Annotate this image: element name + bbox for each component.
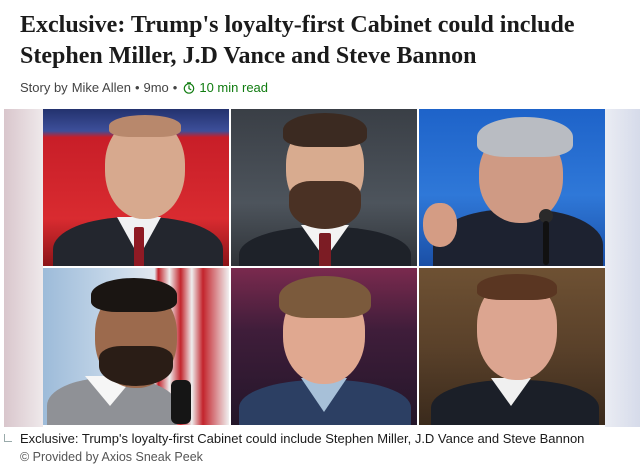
article-byline: Story by Mike Allen • 9mo • 10 min read [20,80,268,95]
photo-tile-1 [43,109,229,266]
read-time: 10 min read [199,80,269,95]
article-headline: Exclusive: Trump's loyalty-first Cabinet… [20,12,575,69]
photo-tile-2 [231,109,417,266]
photo-tile-3 [419,109,605,266]
photo-tile-6 [419,268,605,425]
byline-separator-2: • [172,80,178,95]
image-credit: © Provided by Axios Sneak Peek [20,450,203,464]
clock-icon [184,81,195,94]
photo-collage [43,109,605,427]
caption-marker-icon [4,434,12,442]
article-image[interactable] [4,109,640,427]
image-caption: Exclusive: Trump's loyalty-first Cabinet… [20,431,585,446]
author-link[interactable]: Mike Allen [72,80,131,95]
photo-tile-5 [231,268,417,425]
byline-separator: • [134,80,140,95]
article-age: 9mo [143,80,169,95]
byline-prefix: Story by [20,80,68,95]
photo-tile-4 [43,268,229,425]
